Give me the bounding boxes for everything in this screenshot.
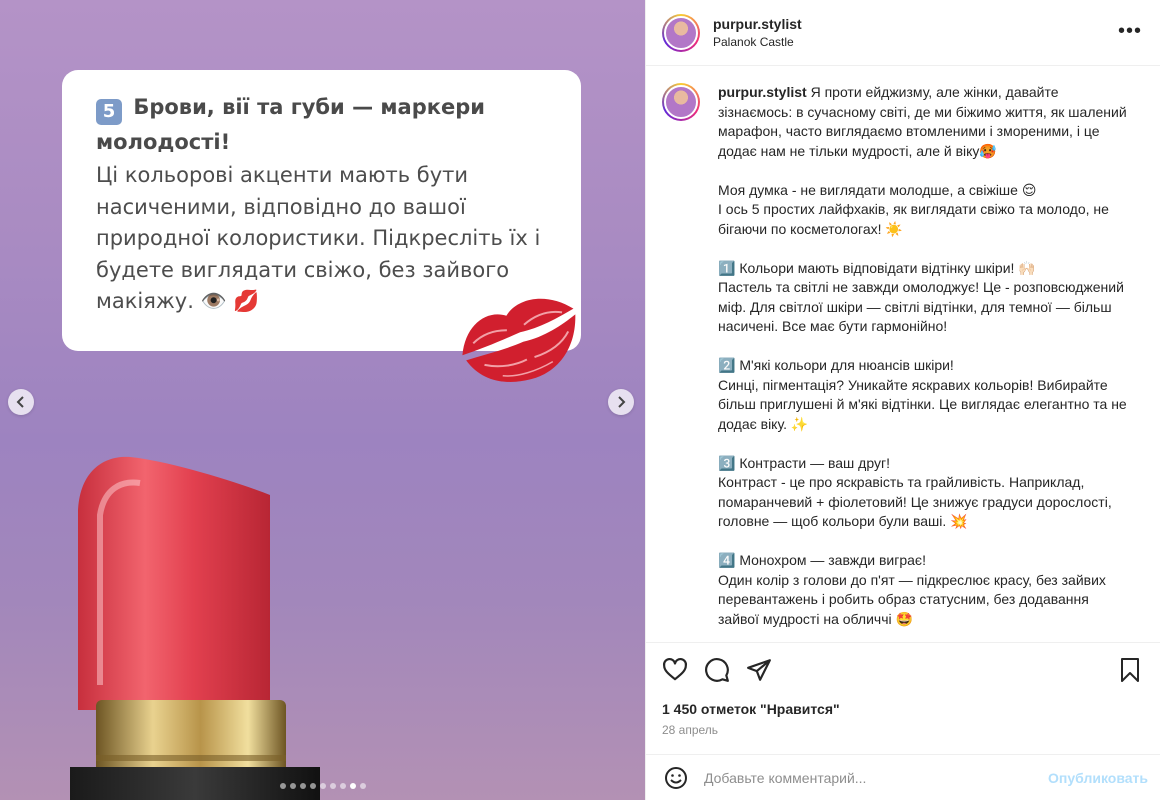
post-header: purpur.stylist Palanok Castle ••• bbox=[646, 0, 1160, 66]
carousel-dot bbox=[349, 783, 356, 789]
post-media[interactable]: 5 Брови, вії та губи — маркери молодості… bbox=[0, 0, 645, 800]
comment-input[interactable] bbox=[704, 769, 1034, 786]
more-options-button[interactable]: ••• bbox=[1118, 20, 1142, 43]
carousel-next-button[interactable] bbox=[608, 389, 634, 415]
chevron-right-icon bbox=[618, 396, 626, 408]
caption-username-link[interactable]: purpur.stylist bbox=[718, 84, 807, 100]
send-icon[interactable] bbox=[746, 657, 772, 683]
carousel-dot bbox=[329, 783, 336, 789]
chevron-left-icon bbox=[16, 396, 24, 408]
instagram-post-modal: 5 Брови, вії та губи — маркери молодості… bbox=[0, 0, 1160, 800]
post-actions: 1 450 отметок "Нравится" 28 апрель bbox=[646, 642, 1160, 754]
publish-button[interactable]: Опубликовать bbox=[1048, 770, 1148, 786]
heart-icon[interactable] bbox=[662, 657, 688, 683]
caption-row: purpur.stylist Я проти ейджизму, але жін… bbox=[662, 83, 1144, 642]
comment-icon[interactable] bbox=[704, 657, 730, 683]
username-link[interactable]: purpur.stylist bbox=[713, 16, 802, 32]
kiss-lips-image bbox=[462, 298, 576, 382]
carousel-indicator bbox=[0, 783, 645, 789]
smiley-icon[interactable] bbox=[664, 766, 688, 790]
caption-area[interactable]: purpur.stylist Я проти ейджизму, але жін… bbox=[646, 67, 1160, 642]
lipstick-image bbox=[70, 456, 320, 800]
carousel-dot bbox=[339, 783, 346, 789]
post-date[interactable]: 28 апрель bbox=[662, 723, 718, 737]
comment-box: Опубликовать bbox=[646, 754, 1160, 800]
user-info: purpur.stylist Palanok Castle bbox=[713, 16, 802, 49]
likes-count[interactable]: 1 450 отметок "Нравится" bbox=[662, 701, 840, 717]
carousel-dot bbox=[289, 783, 296, 789]
post-side-panel: purpur.stylist Palanok Castle ••• purpur… bbox=[645, 0, 1160, 800]
carousel-dot bbox=[279, 783, 286, 789]
carousel-prev-button[interactable] bbox=[8, 389, 34, 415]
caption-body: Я проти ейджизму, але жінки, давайте зіз… bbox=[718, 84, 1127, 627]
card-heading-line: 5 Брови, вії та губи — маркери молодості… bbox=[96, 90, 547, 160]
avatar[interactable] bbox=[662, 13, 700, 52]
carousel-dot bbox=[299, 783, 306, 789]
carousel-dot bbox=[319, 783, 326, 789]
card-heading: Брови, вії та губи — маркери молодості! bbox=[96, 95, 485, 154]
location-link[interactable]: Palanok Castle bbox=[713, 35, 802, 49]
action-icons bbox=[646, 643, 1160, 683]
bookmark-icon[interactable] bbox=[1118, 657, 1142, 683]
caption-avatar[interactable] bbox=[662, 83, 700, 121]
carousel-dot bbox=[309, 783, 316, 789]
number-badge: 5 bbox=[96, 99, 122, 125]
caption-text: purpur.stylist Я проти ейджизму, але жін… bbox=[718, 83, 1128, 642]
carousel-dot bbox=[359, 783, 366, 789]
